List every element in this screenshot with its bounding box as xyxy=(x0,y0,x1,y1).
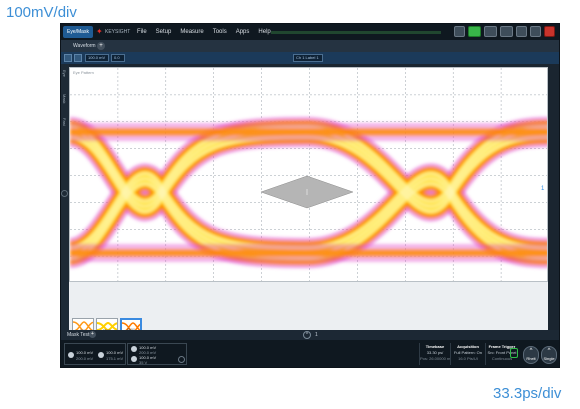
menu-apps[interactable]: Apps xyxy=(236,27,250,37)
tab-mask-test[interactable]: Mask Test xyxy=(67,331,89,339)
channel-2-scale: 100.0 mV xyxy=(106,350,124,355)
panel-marker: 1 xyxy=(315,332,318,338)
app-logo[interactable]: Eye/Mask xyxy=(63,26,93,38)
channel-1-scale: 100.0 mV xyxy=(76,350,94,355)
channel-3-icon xyxy=(131,346,137,352)
channel-4-icon xyxy=(131,356,137,362)
channel-2-icon xyxy=(98,352,104,358)
title-bar: Eye/Mask ✦ KEYSIGHT File Setup Measure T… xyxy=(61,24,559,40)
acquisition-title: Acquisition xyxy=(457,344,479,349)
sidebar: Eye Mask Fast xyxy=(61,64,69,330)
zoom-icon[interactable] xyxy=(64,54,72,62)
menu-tools[interactable]: Tools xyxy=(213,27,227,37)
tab-bar: Waveform + xyxy=(61,40,559,52)
mask-test-bar: Mask Test + ^ 1 xyxy=(61,330,559,340)
sidebar-item-mask[interactable]: Mask xyxy=(62,94,67,104)
channel-1-icon xyxy=(68,352,74,358)
single-arrow-icon: ^ xyxy=(547,348,551,354)
add-panel-button[interactable]: + xyxy=(89,331,96,338)
menu-measure[interactable]: Measure xyxy=(180,27,203,37)
offset-field[interactable]: 0.0 xyxy=(111,54,125,62)
minimize-icon[interactable] xyxy=(516,26,527,37)
single-label: Single xyxy=(543,356,555,361)
channel-cell-3[interactable]: 100.0 mV 200.0 mV 100.0 mV 35 V xyxy=(127,343,187,365)
oscilloscope-window: Eye/Mask ✦ KEYSIGHT File Setup Measure T… xyxy=(60,23,560,368)
vertical-scale-caption: 100mV/div xyxy=(6,4,77,21)
sidebar-item-fast[interactable]: Fast xyxy=(62,118,67,126)
restore-icon[interactable] xyxy=(530,26,541,37)
timebase-position: Pos: 26.00000 ns xyxy=(420,356,452,361)
waveform-toolbar: 100.0 mV 0.0 Ch 1 Label 1 xyxy=(61,52,559,64)
timebase-title: Timebase xyxy=(425,344,445,349)
acquisition-panel[interactable]: Acquisition Full Pattern: On 16.0 Pts/UI xyxy=(450,343,485,365)
print-icon[interactable] xyxy=(454,26,465,37)
stop-icon[interactable] xyxy=(484,26,497,37)
acquisition-mode: Full Pattern: On xyxy=(453,350,482,355)
eye-diagram-display[interactable]: Eye Pattern 1 xyxy=(69,67,548,282)
channel-2-offset: 175.1 mV xyxy=(106,356,124,361)
expand-handle-icon[interactable]: ^ xyxy=(303,331,311,339)
channel-4-offset: 35 V xyxy=(139,360,148,365)
channel-1-offset: 200.0 mV xyxy=(76,356,94,361)
run-button[interactable]: ^ Rhelt xyxy=(523,346,539,364)
horizontal-scale-caption: 33.3ps/div xyxy=(493,385,562,402)
eye-diagram-canvas xyxy=(70,68,547,281)
close-icon[interactable] xyxy=(544,26,555,37)
pan-icon[interactable] xyxy=(74,54,82,62)
sidebar-item-eye[interactable]: Eye xyxy=(62,70,67,77)
keysight-logo-icon: ✦ xyxy=(96,27,103,36)
channel-label-field[interactable]: Ch 1 Label 1 xyxy=(293,54,323,62)
add-tab-button[interactable]: + xyxy=(97,42,105,50)
single-button[interactable]: ^ Single xyxy=(541,346,557,364)
trigger-locked-icon xyxy=(510,348,518,358)
acquisition-points: 16.0 Pts/UI xyxy=(458,356,478,361)
tab-waveform[interactable]: Waveform xyxy=(73,42,96,50)
run-arrow-icon: ^ xyxy=(529,348,533,354)
vertical-scale-field[interactable]: 100.0 mV xyxy=(85,54,109,62)
acquisition-progress-strip xyxy=(271,31,441,34)
timebase-panel[interactable]: Timebase 33.30 ps/ Pos: 26.00000 ns xyxy=(419,343,452,365)
brand-name: KEYSIGHT xyxy=(105,29,131,35)
menu-help[interactable]: Help xyxy=(258,27,270,37)
channel-settings-icon[interactable] xyxy=(178,356,185,363)
run-label: Rhelt xyxy=(526,356,536,361)
title-buttons xyxy=(454,26,555,37)
run-icon[interactable] xyxy=(468,26,481,37)
channel-1-marker[interactable]: 1 xyxy=(541,186,547,192)
menu-bar: File Setup Measure Tools Apps Help xyxy=(137,27,271,37)
clear-icon[interactable] xyxy=(500,26,513,37)
thumbnail-strip: Eye Mask Zoom xyxy=(69,282,548,333)
channel-cell-1[interactable]: 100.0 mV 200.0 mV 100.0 mV 175.1 mV xyxy=(64,343,126,365)
menu-setup[interactable]: Setup xyxy=(156,27,172,37)
menu-file[interactable]: File xyxy=(137,27,147,37)
status-bar: 100.0 mV 200.0 mV 100.0 mV 175.1 mV 100.… xyxy=(61,340,559,367)
sidebar-collapse-icon[interactable] xyxy=(61,190,68,197)
timebase-scale: 33.30 ps/ xyxy=(426,350,444,355)
display-label: Eye Pattern xyxy=(73,70,94,75)
